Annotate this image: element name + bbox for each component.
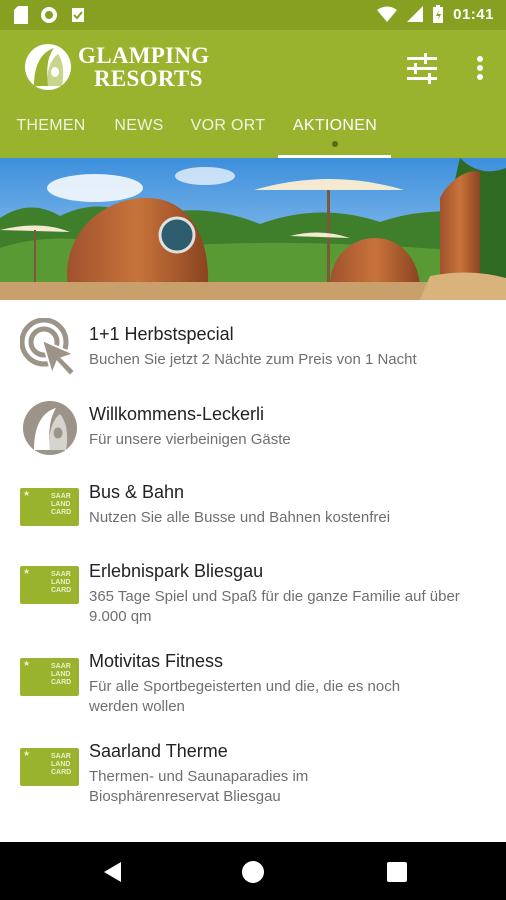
tab-label: THEMEN (16, 117, 86, 134)
card-star-icon: ★ (23, 749, 31, 758)
card-label: SAAR LAND CARD (51, 753, 72, 776)
tab-aktionen[interactable]: AKTIONEN (280, 110, 390, 158)
battery-charging-icon (433, 5, 444, 23)
item-subtitle: 365 Tage Spiel und Spaß für die ganze Fa… (89, 588, 460, 625)
tab-label: VOR ORT (190, 117, 266, 134)
app-logo: GLAMPING RESORTS (24, 42, 209, 92)
filter-button[interactable] (404, 50, 440, 86)
list-item[interactable]: ★ SAAR LAND CARD Saarland Therme Thermen… (0, 732, 506, 822)
recents-icon (387, 862, 407, 882)
system-navigation-bar (0, 842, 506, 900)
download-done-icon (72, 8, 84, 22)
item-icon-wrapper: ★ SAAR LAND CARD (20, 748, 79, 786)
back-icon (104, 862, 121, 882)
tab-dot-indicator (332, 141, 338, 147)
item-subtitle: Nutzen Sie alle Busse und Bahnen kostenf… (89, 509, 391, 526)
tune-icon (407, 53, 437, 84)
circle-notification-icon (41, 7, 57, 23)
list-item[interactable]: 1+1 Herbstspecial Buchen Sie jetzt 2 Näc… (0, 308, 506, 388)
cellular-signal-icon (407, 6, 424, 22)
list-item[interactable]: Willkommens-Leckerli Für unsere vierbein… (0, 390, 506, 470)
item-title: Motivitas Fitness (89, 651, 224, 671)
list-item[interactable]: ★ SAAR LAND CARD Motivitas Fitness Für a… (0, 642, 506, 732)
app-bar: GLAMPING RESORTS THEMEN NEWS VOR ORT AKT… (0, 30, 506, 158)
card-label: SAAR LAND CARD (51, 663, 72, 686)
sd-card-icon (14, 6, 28, 24)
item-icon-wrapper: ★ SAAR LAND CARD (20, 566, 79, 604)
saarland-card-icon: ★ SAAR LAND CARD (20, 748, 79, 786)
recents-button[interactable] (384, 859, 410, 885)
item-icon-wrapper (22, 400, 78, 461)
item-subtitle: Buchen Sie jetzt 2 Nächte zum Preis von … (89, 351, 417, 368)
home-button[interactable] (240, 859, 266, 885)
status-bar: 01:41 (0, 0, 506, 30)
list-item[interactable]: ★ SAAR LAND CARD Erlebnispark Bliesgau 3… (0, 552, 506, 642)
tab-news[interactable]: NEWS (104, 110, 174, 158)
saarland-card-icon: ★ SAAR LAND CARD (20, 488, 79, 526)
item-subtitle: Für alle Sportbegeisterten und die, die … (89, 678, 401, 715)
card-label: SAAR LAND CARD (51, 493, 72, 516)
more-vert-icon (477, 56, 483, 80)
card-star-icon: ★ (23, 659, 31, 668)
item-title: Saarland Therme (89, 741, 228, 761)
tab-label: NEWS (114, 117, 164, 134)
status-time: 01:41 (453, 5, 494, 23)
item-subtitle: Für unsere vierbeinigen Gäste (89, 431, 291, 448)
card-star-icon: ★ (23, 567, 31, 576)
banner-image (0, 158, 506, 300)
back-button[interactable] (100, 859, 126, 885)
card-star-icon: ★ (23, 489, 31, 498)
resort-logo-icon (25, 44, 71, 90)
wifi-icon (377, 6, 398, 22)
glamping-pods-photo (0, 158, 506, 300)
logo-line-1: GLAMPING (78, 43, 210, 68)
logo-line-2: RESORTS (94, 66, 203, 91)
saarland-card-icon: ★ SAAR LAND CARD (20, 566, 79, 604)
card-label: SAAR LAND CARD (51, 571, 72, 594)
saarland-card-icon: ★ SAAR LAND CARD (20, 658, 79, 696)
item-title: 1+1 Herbstspecial (89, 324, 234, 344)
tab-themen[interactable]: THEMEN (6, 110, 96, 158)
item-icon-wrapper (19, 317, 78, 385)
home-icon (242, 861, 264, 883)
tab-vor-ort[interactable]: VOR ORT (184, 110, 272, 158)
item-title: Willkommens-Leckerli (89, 404, 265, 424)
app-logo-text: GLAMPING RESORTS (78, 44, 209, 90)
tab-label: AKTIONEN (292, 117, 378, 134)
resort-logo-icon (23, 401, 77, 455)
item-icon-wrapper: ★ SAAR LAND CARD (20, 658, 79, 696)
click-cursor-icon (19, 317, 77, 378)
list-item[interactable]: ★ SAAR LAND CARD Bus & Bahn Nutzen Sie a… (0, 472, 506, 552)
item-title: Bus & Bahn (89, 482, 185, 502)
overflow-menu-button[interactable] (470, 50, 490, 86)
tab-bar: THEMEN NEWS VOR ORT AKTIONEN (0, 110, 506, 158)
item-subtitle: Thermen- und Saunaparadies im Biosphären… (89, 768, 309, 805)
item-title: Erlebnispark Bliesgau (89, 561, 264, 581)
item-icon-wrapper: ★ SAAR LAND CARD (20, 488, 79, 526)
